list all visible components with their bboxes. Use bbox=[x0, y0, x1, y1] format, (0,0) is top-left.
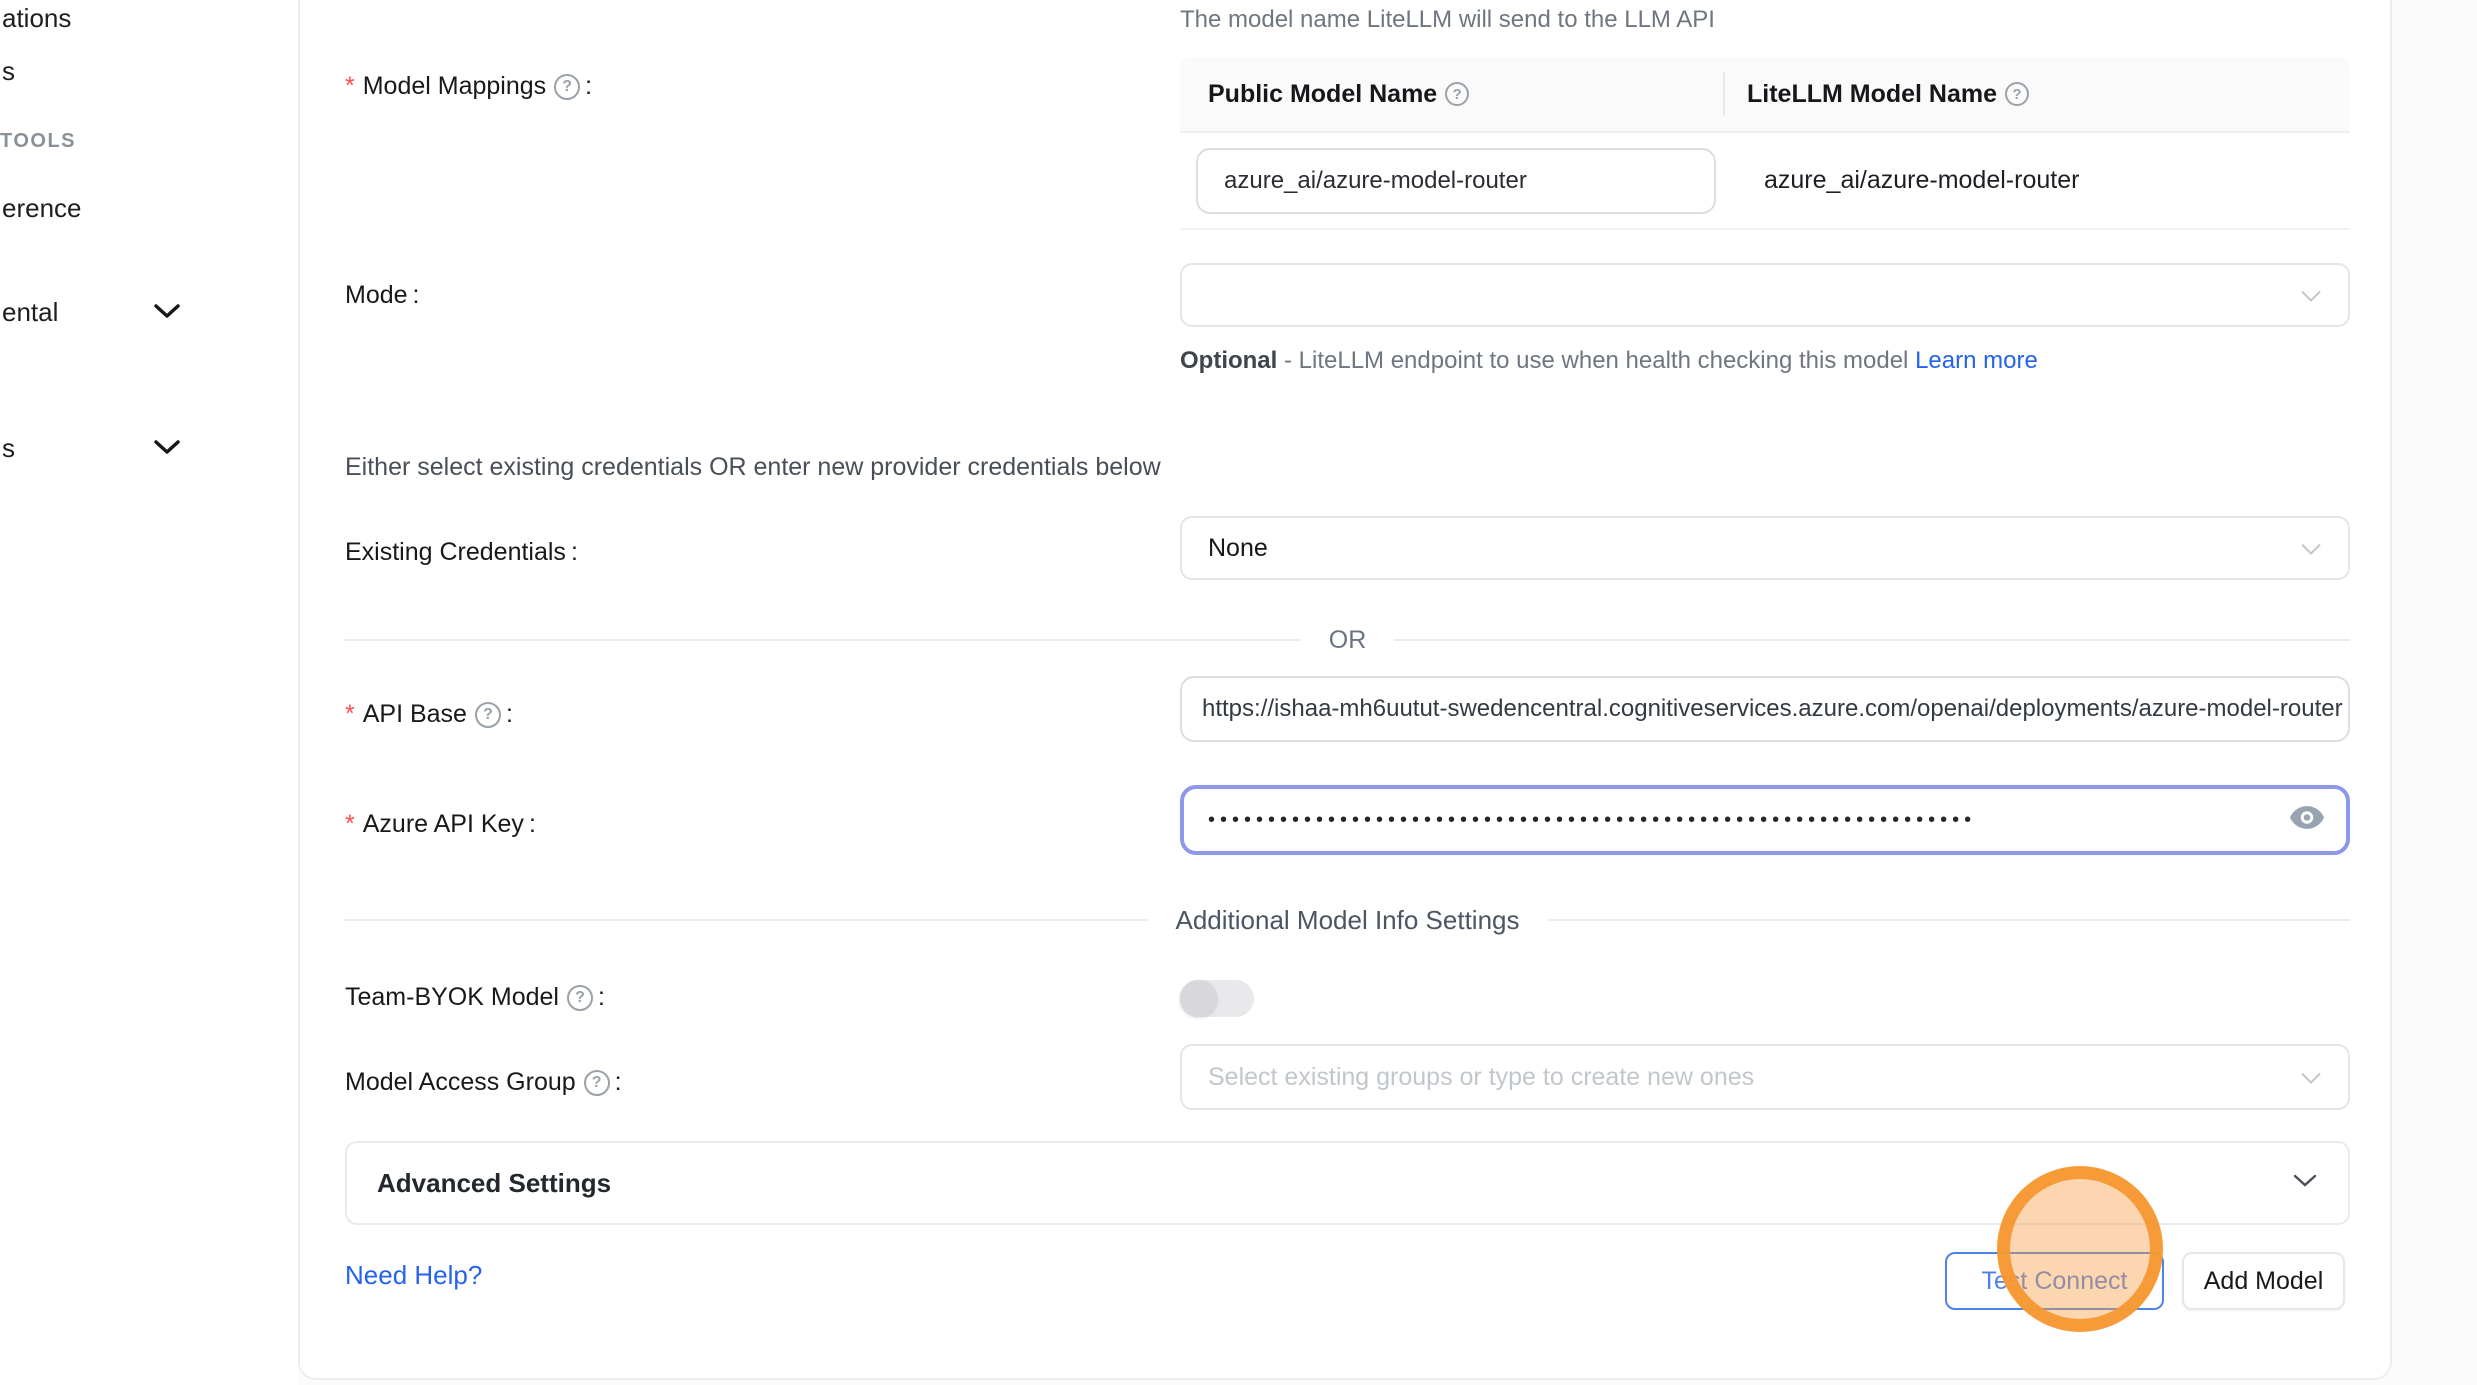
chevron-down-icon bbox=[2300, 1063, 2322, 1092]
azure-api-key-input[interactable]: ••••••••••••••••••••••••••••••••••••••••… bbox=[1180, 785, 2350, 855]
team-byok-label: Team-BYOK Model ? : bbox=[345, 983, 605, 1012]
model-name-hint: The model name LiteLLM will send to the … bbox=[1180, 6, 1715, 34]
litellm-model-name-header: LiteLLM Model Name ? bbox=[1723, 72, 2350, 116]
need-help-link[interactable]: Need Help? bbox=[345, 1260, 482, 1291]
help-icon[interactable]: ? bbox=[2005, 82, 2029, 106]
help-icon[interactable]: ? bbox=[1445, 82, 1469, 106]
credentials-note: Either select existing credentials OR en… bbox=[345, 453, 1161, 482]
chevron-down-icon bbox=[2292, 1173, 2318, 1193]
help-icon[interactable]: ? bbox=[584, 1070, 610, 1096]
litellm-model-name-value: azure_ai/azure-model-router bbox=[1764, 166, 2079, 195]
model-mappings-table: Public Model Name ? LiteLLM Model Name ?… bbox=[1180, 57, 2350, 230]
help-icon[interactable]: ? bbox=[475, 702, 501, 728]
select-placeholder: Select existing groups or type to create… bbox=[1208, 1063, 1754, 1092]
model-mappings-label: * Model Mappings ? : bbox=[345, 72, 592, 101]
mode-label: Mode: bbox=[345, 281, 420, 310]
team-byok-toggle[interactable] bbox=[1180, 980, 1254, 1017]
existing-credentials-label: Existing Credentials: bbox=[345, 538, 578, 567]
public-model-name-header: Public Model Name ? bbox=[1180, 80, 1723, 109]
model-access-group-select[interactable]: Select existing groups or type to create… bbox=[1180, 1044, 2350, 1110]
azure-api-key-label: * Azure API Key : bbox=[345, 810, 536, 839]
required-asterisk: * bbox=[345, 700, 355, 729]
required-asterisk: * bbox=[345, 72, 355, 101]
chevron-down-icon bbox=[2300, 281, 2322, 310]
table-row: azure_ai/azure-model-router bbox=[1180, 133, 2350, 230]
eye-icon[interactable] bbox=[2290, 806, 2324, 835]
api-base-input[interactable]: https://ishaa-mh6uutut-swedencentral.cog… bbox=[1180, 676, 2350, 742]
help-icon[interactable]: ? bbox=[554, 74, 580, 100]
advanced-settings-title: Advanced Settings bbox=[377, 1168, 611, 1199]
help-icon[interactable]: ? bbox=[567, 985, 593, 1011]
mode-select[interactable] bbox=[1180, 263, 2350, 327]
model-access-group-label: Model Access Group ? : bbox=[345, 1068, 622, 1097]
or-divider: OR bbox=[345, 620, 2350, 660]
existing-credentials-select[interactable]: None bbox=[1180, 516, 2350, 580]
add-model-button[interactable]: Add Model bbox=[2182, 1252, 2345, 1310]
chevron-down-icon bbox=[2300, 534, 2322, 563]
public-model-name-input[interactable] bbox=[1196, 148, 1716, 214]
toggle-knob bbox=[1180, 980, 1217, 1017]
table-header-row: Public Model Name ? LiteLLM Model Name ? bbox=[1180, 57, 2350, 133]
required-asterisk: * bbox=[345, 810, 355, 839]
click-highlight-circle bbox=[1997, 1166, 2163, 1332]
api-base-label: * API Base ? : bbox=[345, 700, 513, 729]
mode-hint: Optional - LiteLLM endpoint to use when … bbox=[1180, 341, 2085, 381]
learn-more-link[interactable]: Learn more bbox=[1915, 347, 2038, 374]
additional-info-divider: Additional Model Info Settings bbox=[345, 900, 2350, 940]
masked-password-dots: ••••••••••••••••••••••••••••••••••••••••… bbox=[1208, 809, 2128, 832]
